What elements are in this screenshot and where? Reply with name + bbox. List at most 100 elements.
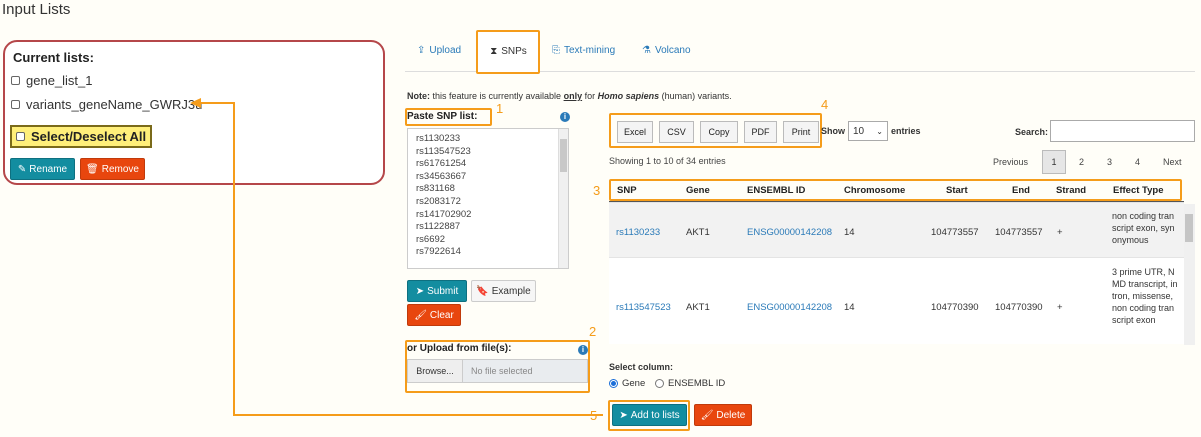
column-header-chromosome[interactable]: Chromosome — [844, 185, 905, 196]
pagination-next[interactable]: Next — [1163, 157, 1182, 167]
pagination-previous[interactable]: Previous — [993, 157, 1028, 167]
gene-cell: AKT1 — [686, 302, 710, 313]
column-header-effect-type[interactable]: Effect Type — [1113, 185, 1164, 196]
excel-button[interactable]: Excel — [617, 121, 653, 143]
volcano-icon: ⚗ — [642, 45, 651, 56]
print-button[interactable]: Print — [783, 121, 819, 143]
clear-button[interactable]: 🖌 Clear — [407, 304, 461, 326]
document-search-icon: ⎘ — [552, 45, 560, 56]
callout-number-2: 2 — [589, 324, 597, 339]
info-icon[interactable]: i — [560, 112, 570, 122]
brush-icon: 🖌 — [414, 309, 427, 321]
search-label: Search: — [1015, 127, 1049, 137]
send-icon: ➤ — [619, 409, 628, 421]
strand-cell: + — [1057, 302, 1063, 313]
show-label: Show — [821, 126, 845, 136]
end-cell: 104773557 — [995, 227, 1043, 238]
pagination-page-4[interactable]: 4 — [1135, 157, 1140, 167]
send-icon: ➤ — [415, 285, 425, 297]
snp-line: rs1130233 — [416, 133, 461, 144]
list-item-label: gene_list_1 — [26, 73, 93, 88]
list-checkbox[interactable] — [11, 100, 20, 109]
end-cell: 104770390 — [995, 302, 1043, 313]
pagination-page-2[interactable]: 2 — [1079, 157, 1084, 167]
file-name-display: No file selected — [463, 360, 587, 382]
column-header-start[interactable]: Start — [946, 185, 968, 196]
radio-button[interactable] — [655, 379, 664, 388]
table-header: SNP Gene ENSEMBL ID Chromosome Start End… — [609, 180, 1184, 202]
effect-type-cell: 3 prime UTR, NMD transcript, intron, mis… — [1112, 267, 1178, 325]
callout-number-4: 4 — [821, 97, 829, 112]
table-row: rs113547523 AKT1 ENSG00000142208 14 1047… — [609, 257, 1184, 344]
rename-button[interactable]: ✎ Rename — [10, 158, 75, 180]
csv-button[interactable]: CSV — [659, 121, 694, 143]
trash-icon: 🗑 — [86, 163, 99, 175]
delete-button[interactable]: 🖌 Delete — [694, 404, 752, 426]
tab-upload[interactable]: ⇪ Upload — [417, 45, 461, 56]
file-upload-input[interactable]: Browse... No file selected — [407, 359, 588, 383]
hourglass-icon: ⧗ — [490, 46, 498, 57]
column-header-end[interactable]: End — [1012, 185, 1030, 196]
gene-cell: AKT1 — [686, 227, 710, 238]
strand-cell: + — [1057, 227, 1063, 238]
list-item-gene-list-1[interactable]: gene_list_1 — [11, 73, 93, 88]
pagination-page-3[interactable]: 3 — [1107, 157, 1112, 167]
tab-snps[interactable]: ⧗ SNPs — [477, 31, 540, 72]
snp-line: rs141702902 — [416, 208, 472, 220]
column-header-snp[interactable]: SNP — [617, 185, 637, 196]
select-all-checkbox[interactable] — [16, 132, 25, 141]
copy-button[interactable]: Copy — [700, 121, 738, 143]
snp-list-textarea[interactable]: rs1130233 rs113547523 rs61761254 rs34563667… — [407, 128, 569, 269]
page-title: Input Lists — [2, 1, 71, 18]
tab-text-mining[interactable]: ⎘ Text-mining — [552, 45, 615, 56]
snp-line: rs113547523 — [416, 145, 471, 157]
search-input[interactable] — [1050, 120, 1195, 142]
add-to-lists-button[interactable]: ➤ Add to lists — [612, 404, 687, 426]
radio-button-selected[interactable] — [609, 379, 618, 388]
list-checkbox[interactable] — [11, 76, 20, 85]
snp-line: rs34563667 — [416, 170, 467, 182]
callout-number-5: 5 — [590, 408, 598, 423]
list-item-variants[interactable]: variants_geneName_GWRJ3u — [11, 97, 202, 112]
example-button[interactable]: 🔖 Example — [471, 280, 536, 302]
submit-button[interactable]: ➤ Submit — [407, 280, 467, 302]
info-icon[interactable]: i — [578, 345, 588, 355]
snp-line: rs831168 — [416, 183, 455, 195]
textarea-scroll-thumb[interactable] — [560, 139, 567, 172]
callout-number-3: 3 — [593, 183, 601, 198]
select-all-toggle[interactable]: Select/Deselect All — [10, 125, 153, 148]
column-header-ensembl[interactable]: ENSEMBL ID — [747, 185, 805, 196]
snp-link[interactable]: rs1130233 — [616, 227, 660, 238]
radio-gene[interactable]: Gene — [609, 378, 645, 389]
start-cell: 104773557 — [931, 227, 979, 238]
snp-line: rs6692 — [416, 233, 446, 245]
tab-bar: ⇪ Upload ⧗ SNPs ⎘ Text-mining ⚗ Volcano — [405, 30, 1195, 72]
tab-volcano[interactable]: ⚗ Volcano — [642, 45, 691, 56]
brush-icon: 🖌 — [700, 409, 714, 421]
snp-link[interactable]: rs113547523 — [616, 302, 671, 313]
ensembl-link[interactable]: ENSG00000142208 — [747, 302, 832, 313]
entries-per-page-select[interactable]: 10 ⌄ — [848, 121, 888, 141]
paste-snp-label: Paste SNP list: — [407, 111, 478, 122]
start-cell: 104770390 — [931, 302, 979, 313]
current-lists-title: Current lists: — [13, 50, 94, 65]
chromosome-cell: 14 — [844, 227, 855, 238]
pdf-button[interactable]: PDF — [744, 121, 777, 143]
table-scroll-thumb[interactable] — [1185, 214, 1193, 242]
callout-number-1: 1 — [496, 101, 504, 116]
browse-button[interactable]: Browse... — [408, 360, 463, 382]
effect-type-cell: non coding transcript exon, synonymous — [1112, 211, 1175, 245]
column-header-strand[interactable]: Strand — [1056, 185, 1086, 196]
table-row: rs1130233 AKT1 ENSG00000142208 14 104773… — [609, 202, 1184, 257]
remove-button[interactable]: 🗑 Remove — [80, 158, 145, 180]
snp-line: rs7922614 — [416, 246, 461, 258]
radio-ensembl-id[interactable]: ENSEMBL ID — [655, 378, 725, 389]
upload-from-file-label: or Upload from file(s): — [407, 343, 512, 354]
column-header-gene[interactable]: Gene — [686, 185, 710, 196]
pagination-page-1[interactable]: 1 — [1042, 150, 1066, 174]
ensembl-link[interactable]: ENSG00000142208 — [747, 227, 832, 238]
note-text: Note: this feature is currently availabl… — [407, 91, 732, 101]
bookmark-icon: 🔖 — [476, 285, 489, 297]
snp-line: rs61761254 — [416, 158, 467, 170]
chevron-down-icon: ⌄ — [876, 126, 883, 136]
